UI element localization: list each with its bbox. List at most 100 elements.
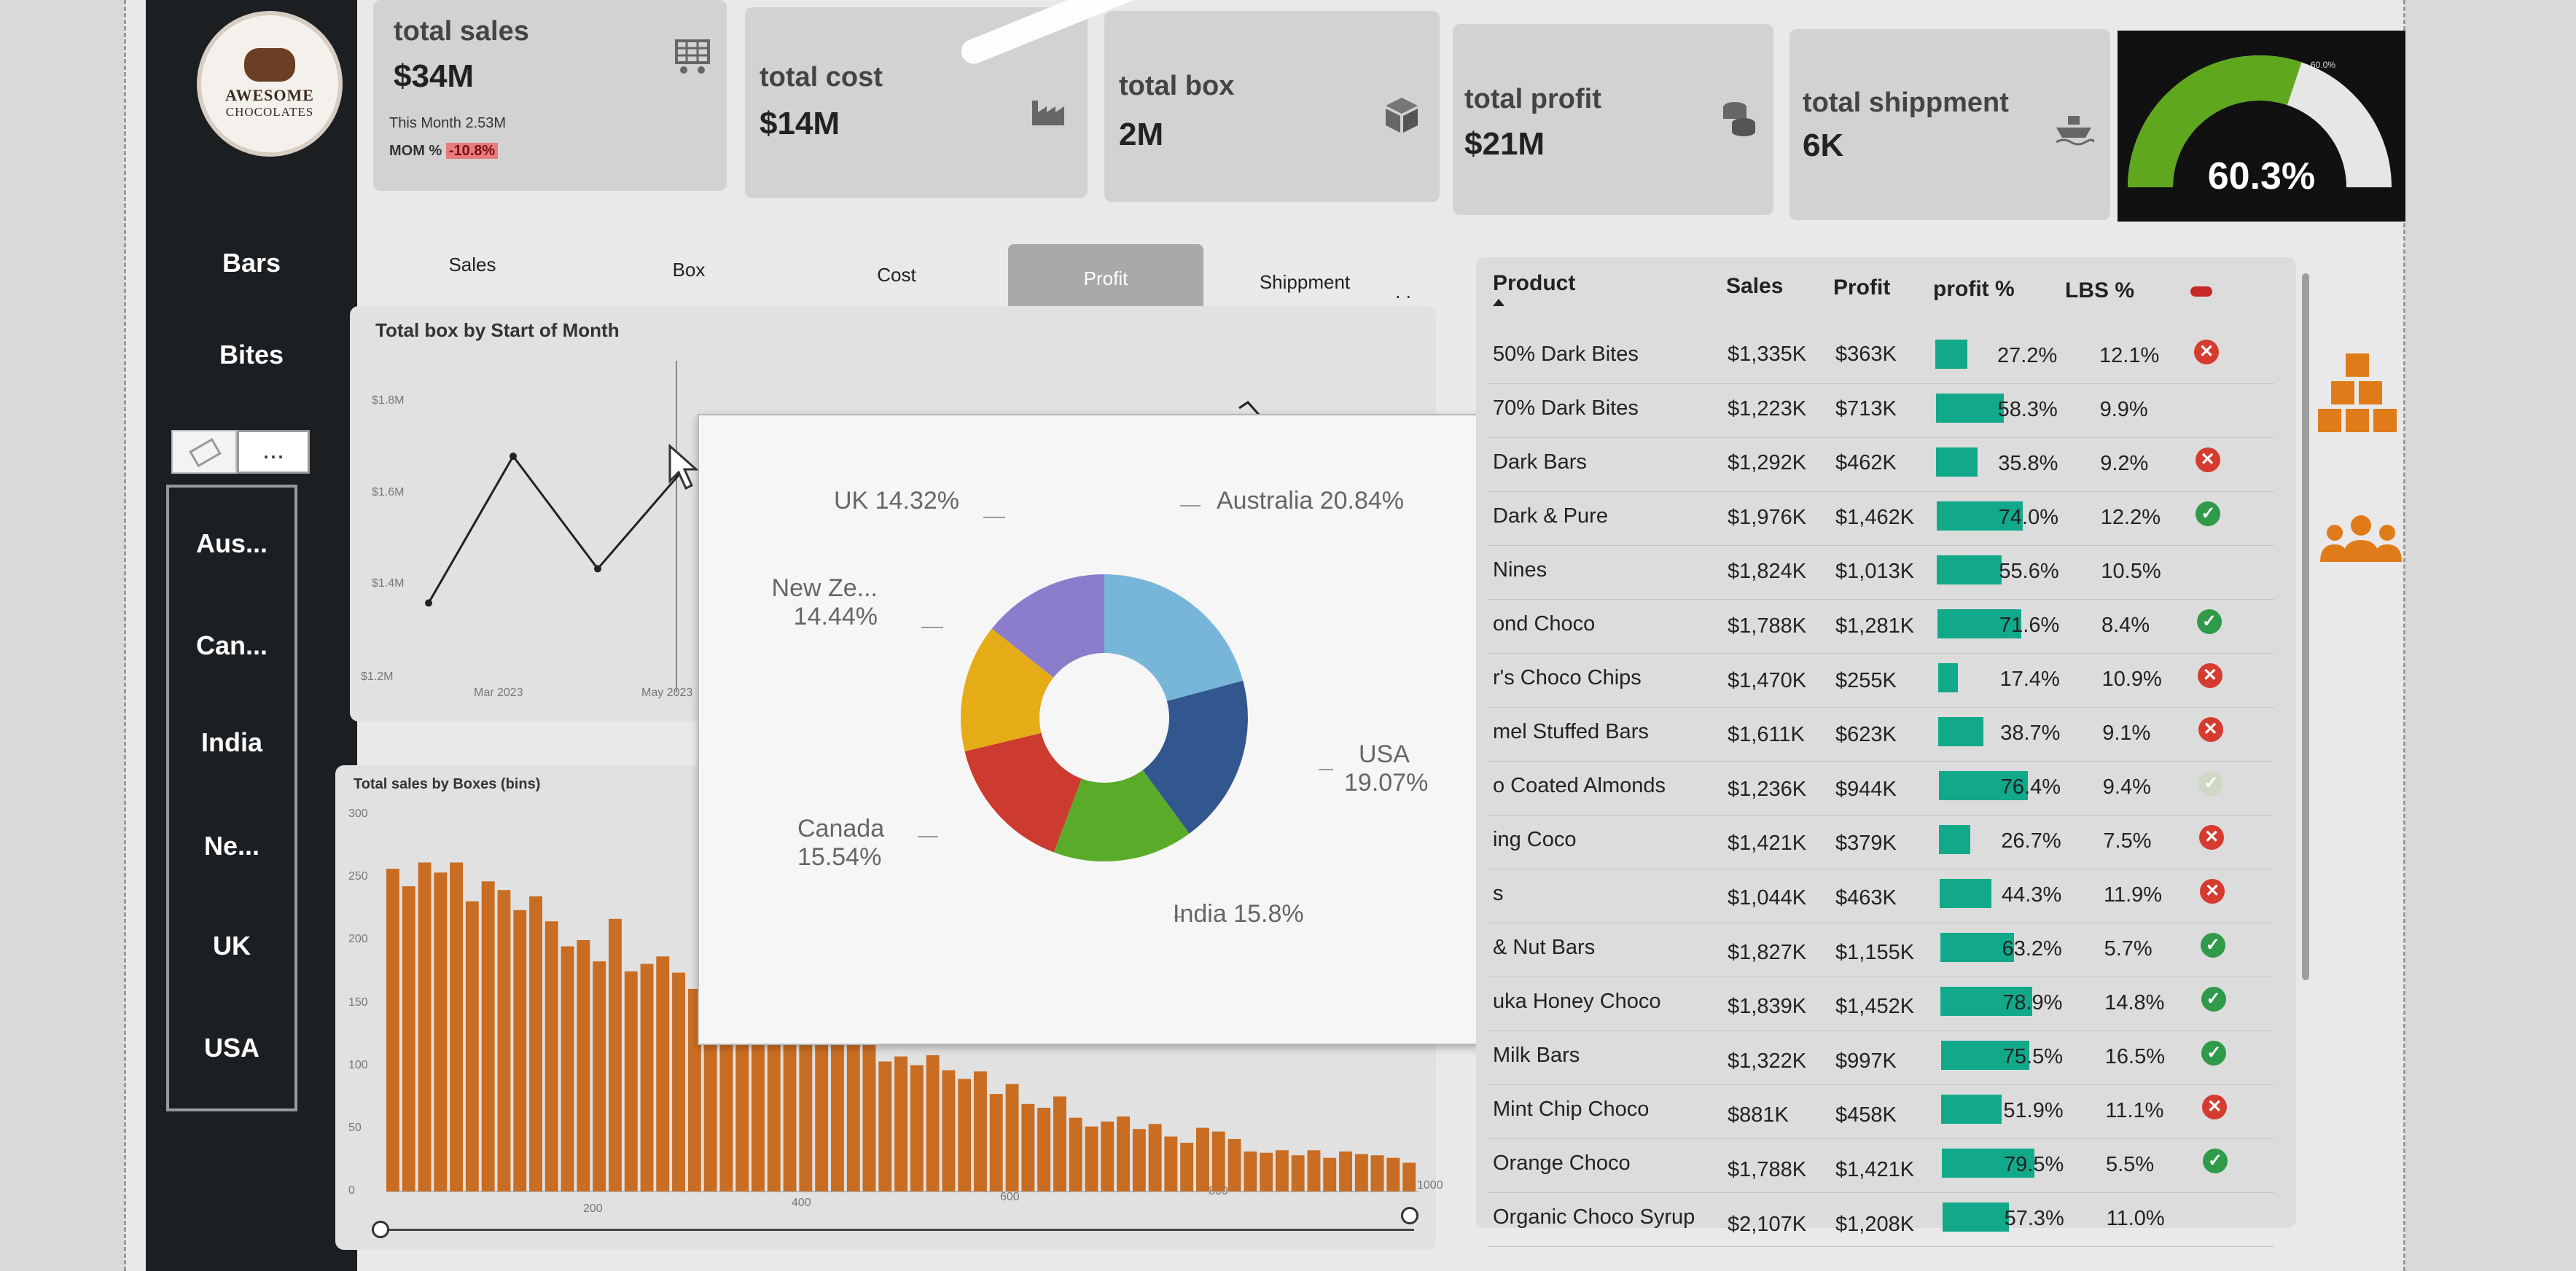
donut-label-nz-pct: 14.44%	[793, 603, 878, 630]
donut-slice-australia[interactable]	[1103, 574, 1244, 703]
histogram-bar[interactable]	[1101, 1121, 1115, 1192]
col-header-lbs-pct[interactable]: LBS %	[2065, 278, 2134, 303]
histogram-bar[interactable]	[1132, 1129, 1146, 1192]
histogram-bar[interactable]	[1164, 1136, 1178, 1192]
range-slider-start-handle[interactable]	[372, 1221, 389, 1238]
histogram-bar[interactable]	[1021, 1103, 1035, 1192]
cell-profit: $1,155K	[1835, 940, 1915, 964]
histogram-bar[interactable]	[481, 881, 495, 1192]
cell-sales: $1,322K	[1728, 1049, 1807, 1073]
histogram-bar[interactable]	[497, 890, 511, 1192]
histogram-bar[interactable]	[1117, 1116, 1130, 1192]
histogram-bar[interactable]	[1307, 1150, 1321, 1192]
histogram-bar[interactable]	[1037, 1108, 1051, 1192]
histogram-bar[interactable]	[593, 961, 606, 1192]
histogram-bar[interactable]	[1069, 1117, 1082, 1192]
col-header-profit-pct[interactable]: profit %	[1933, 277, 2015, 302]
status-bad-icon: ✕	[2200, 879, 2225, 904]
histogram-bar[interactable]	[434, 872, 448, 1192]
histogram-bar[interactable]	[815, 1028, 829, 1192]
row-divider	[1487, 653, 2274, 654]
histogram-bar[interactable]	[894, 1056, 908, 1192]
histogram-bar[interactable]	[846, 1028, 860, 1192]
cell-profit-pct: 76.4%	[2000, 775, 2061, 799]
histogram-bar[interactable]	[465, 901, 479, 1192]
histogram-bar[interactable]	[878, 1061, 892, 1192]
cell-profit-pct: 74.0%	[1998, 506, 2059, 529]
donut-tooltip-popup: UK 14.32% Australia 20.84% New Ze... 14.…	[698, 414, 1538, 1045]
histogram-bar[interactable]	[1085, 1126, 1098, 1192]
status-bad-icon: ✕	[2194, 340, 2219, 364]
cell-profit: $379K	[1835, 832, 1897, 856]
histogram-bar[interactable]	[1402, 1162, 1416, 1192]
histogram-bar[interactable]	[418, 862, 432, 1192]
status-good-icon: ✓	[2200, 933, 2225, 958]
cell-profit-pct: 51.9%	[2003, 1099, 2064, 1122]
row-divider	[1487, 545, 2274, 546]
histogram-bar[interactable]	[1370, 1155, 1384, 1192]
histogram-bar[interactable]	[1275, 1150, 1289, 1192]
mouse-cursor-icon	[668, 443, 699, 490]
histogram-bar[interactable]	[1386, 1157, 1400, 1192]
histogram-bar[interactable]	[402, 886, 415, 1192]
histogram-bar[interactable]	[1260, 1152, 1273, 1192]
histogram-bar[interactable]	[958, 1079, 972, 1192]
histogram-bar[interactable]	[672, 972, 685, 1192]
histogram-bar[interactable]	[942, 1070, 956, 1192]
histogram-bar[interactable]	[450, 862, 463, 1192]
col-header-sales[interactable]: Sales	[1726, 274, 1783, 299]
histogram-bar[interactable]	[910, 1065, 924, 1192]
col-header-profit[interactable]: Profit	[1833, 275, 1890, 300]
status-bad-icon: ✕	[2202, 1095, 2228, 1119]
profit-pct-bar	[1941, 1095, 2002, 1124]
histogram-bar[interactable]	[529, 896, 542, 1192]
histogram-bar[interactable]	[926, 1055, 940, 1192]
donut-slice-canada[interactable]	[964, 732, 1083, 853]
histogram-bar[interactable]	[1211, 1131, 1225, 1192]
cell-product: 50% Dark Bites	[1493, 343, 1639, 366]
histogram-bar[interactable]	[656, 956, 670, 1192]
cell-product: 70% Dark Bites	[1493, 396, 1639, 420]
donut-label-canada-name: Canada	[797, 815, 885, 842]
histogram-bar[interactable]	[831, 1036, 844, 1192]
donut-slice-new-ze[interactable]	[961, 628, 1055, 752]
status-bad-icon: ✕	[2195, 447, 2220, 472]
histogram-bar[interactable]	[577, 940, 590, 1192]
histogram-bar[interactable]	[989, 1094, 1003, 1192]
table-scrollbar[interactable]	[2302, 273, 2309, 980]
range-slider-track[interactable]	[379, 1229, 1414, 1231]
histogram-bar[interactable]	[1244, 1151, 1257, 1192]
col-header-product[interactable]: Product	[1493, 271, 1575, 296]
cell-profit: $1,462K	[1835, 505, 1915, 529]
donut-slice-india[interactable]	[1053, 769, 1190, 861]
histogram-bar[interactable]	[624, 971, 638, 1192]
histogram-bar[interactable]	[561, 946, 574, 1192]
histogram-bar[interactable]	[1180, 1143, 1194, 1192]
cell-profit: $1,208K	[1835, 1212, 1915, 1236]
cell-profit-pct: 75.5%	[2002, 1045, 2064, 1068]
histogram-bar[interactable]	[1354, 1154, 1368, 1192]
cell-sales: $1,292K	[1728, 451, 1807, 475]
histogram-bar[interactable]	[1005, 1084, 1019, 1192]
histogram-bar[interactable]	[1291, 1155, 1305, 1192]
row-divider	[1487, 1084, 2274, 1085]
histogram-bar[interactable]	[386, 869, 399, 1192]
histogram-bar[interactable]	[862, 1044, 876, 1192]
histogram-bar[interactable]	[1323, 1157, 1337, 1192]
histogram-bar[interactable]	[1053, 1096, 1066, 1192]
range-slider-end-handle[interactable]	[1401, 1207, 1418, 1224]
histogram-bar[interactable]	[545, 921, 558, 1192]
histogram-bar[interactable]	[1339, 1151, 1352, 1192]
cell-profit-pct: 71.6%	[1999, 614, 2060, 637]
histogram-bar[interactable]	[1227, 1138, 1241, 1192]
histogram-bar[interactable]	[974, 1071, 987, 1192]
status-bad-icon: ✕	[2199, 825, 2225, 850]
histogram-bar[interactable]	[513, 910, 527, 1192]
donut-slice-uk[interactable]	[991, 574, 1106, 679]
donut-slice-usa[interactable]	[1141, 681, 1248, 834]
histogram-bar[interactable]	[640, 963, 654, 1192]
donut-label-india: India 15.8%	[1173, 900, 1304, 928]
histogram-bar[interactable]	[1148, 1124, 1162, 1192]
histogram-bar[interactable]	[1196, 1127, 1209, 1192]
histogram-bar[interactable]	[609, 918, 622, 1192]
